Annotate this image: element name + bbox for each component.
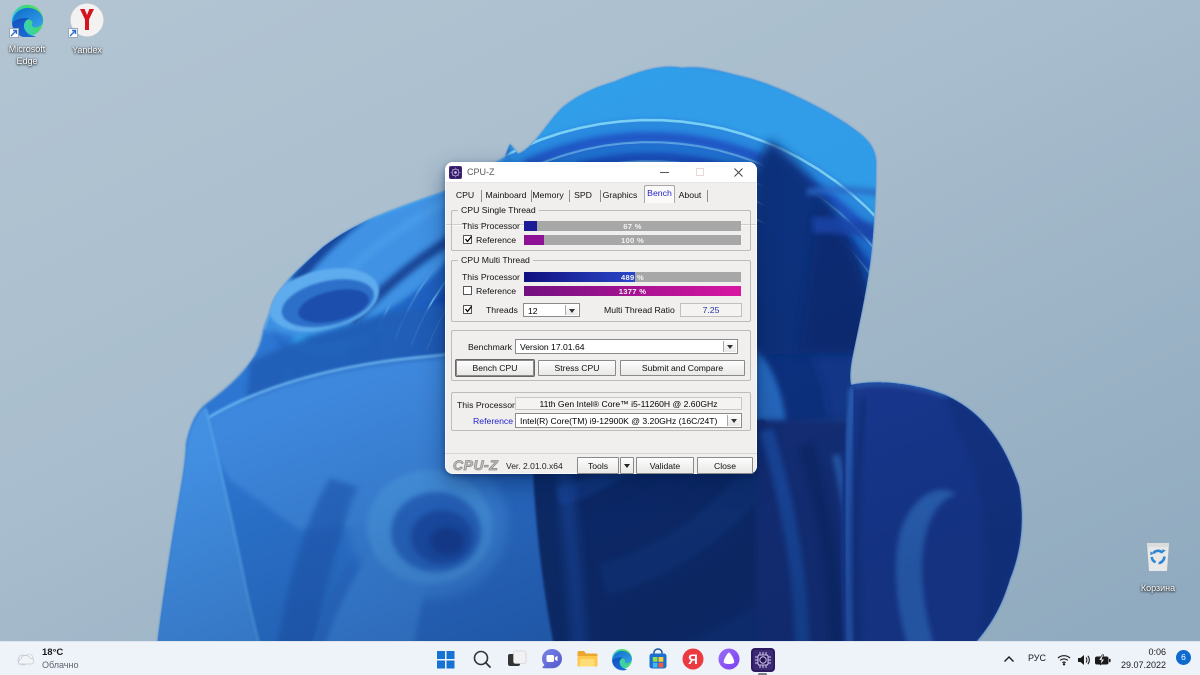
svg-text:Я: Я <box>688 652 698 667</box>
